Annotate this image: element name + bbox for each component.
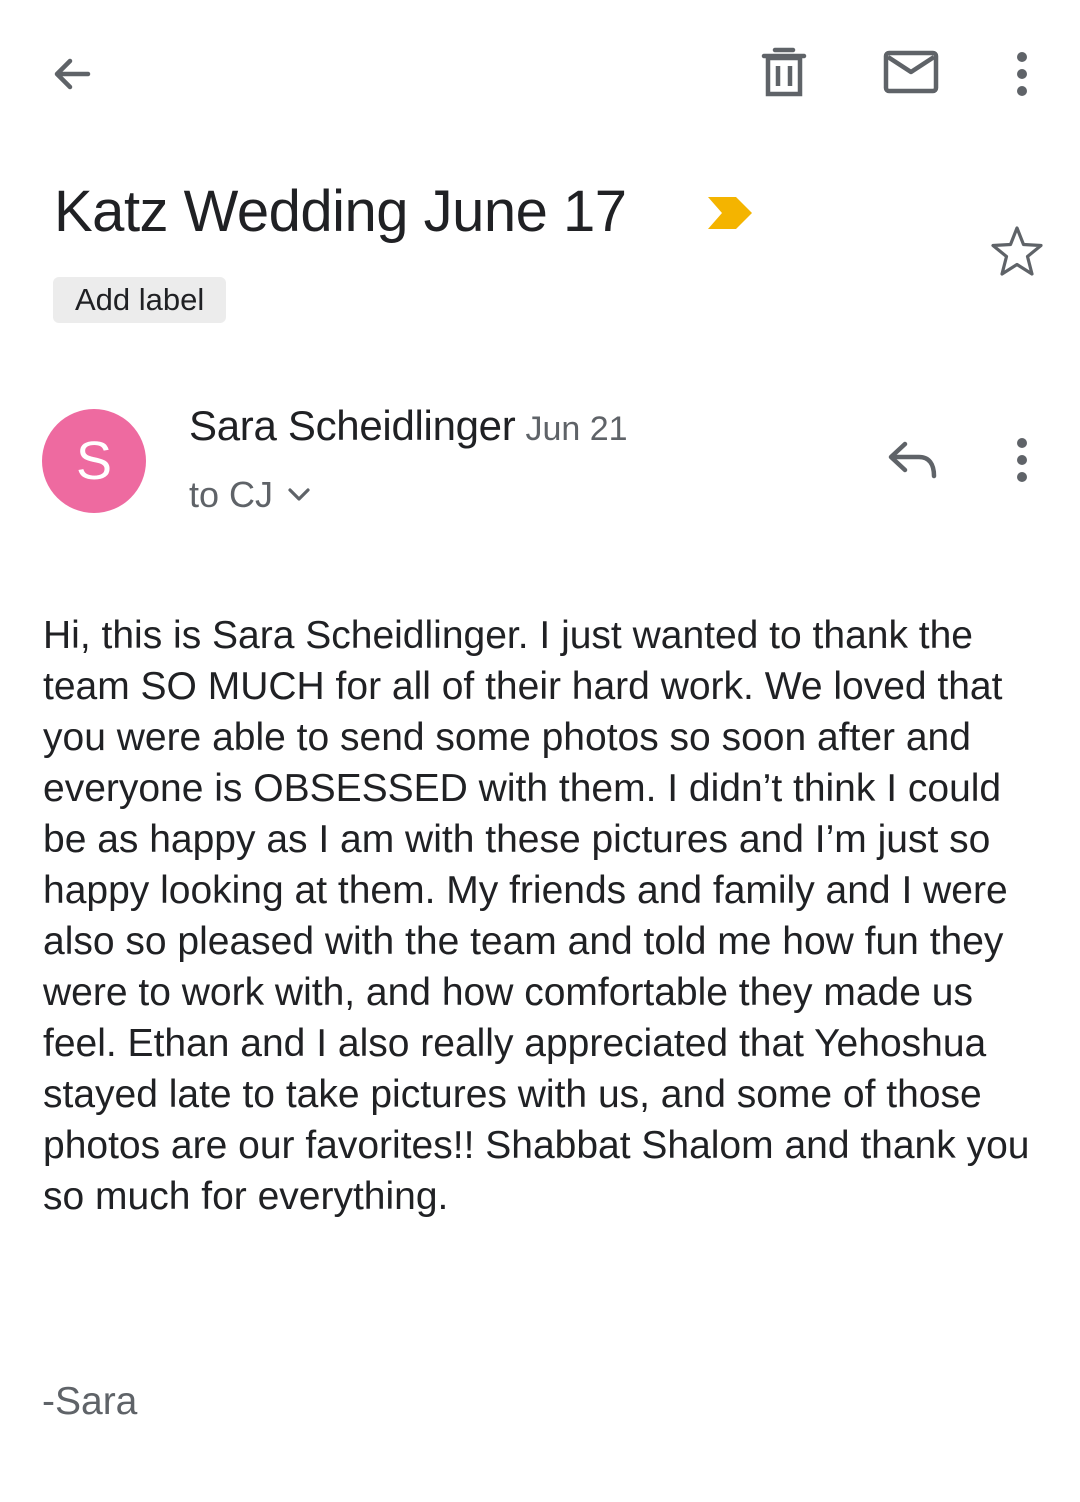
arrow-back-icon (54, 58, 91, 90)
recipient-text: to CJ (189, 474, 274, 515)
message-more-options-button[interactable] (994, 422, 1050, 498)
vertical-dots-icon (1017, 52, 1027, 96)
recipient-details-toggle[interactable]: to CJ (189, 474, 311, 516)
add-label-button[interactable]: Add label (53, 277, 227, 323)
sender-line: Sara Scheidlinger Jun 21 (189, 402, 628, 450)
email-subject: Katz Wedding June 17 (54, 179, 627, 244)
sender-name: Sara Scheidlinger (189, 402, 516, 449)
chevron-down-icon (287, 487, 311, 503)
star-outline-icon (991, 226, 1043, 276)
more-options-button[interactable] (994, 36, 1050, 112)
message-body: Hi, this is Sara Scheidlinger. I just wa… (43, 614, 1030, 1218)
vertical-dots-icon (1017, 438, 1027, 482)
message-date: Jun 21 (525, 410, 628, 448)
back-button[interactable] (36, 40, 108, 108)
reply-icon (888, 441, 937, 479)
message-signature: -Sara (42, 1380, 138, 1423)
top-app-bar (0, 0, 1080, 150)
importance-marker-icon[interactable] (706, 195, 754, 231)
delete-button[interactable] (748, 36, 820, 108)
reply-button[interactable] (876, 424, 950, 496)
mark-unread-button[interactable] (874, 36, 948, 108)
star-button[interactable] (984, 218, 1050, 284)
trash-icon (761, 47, 807, 97)
avatar[interactable]: S (42, 409, 146, 513)
envelope-icon (883, 50, 939, 94)
